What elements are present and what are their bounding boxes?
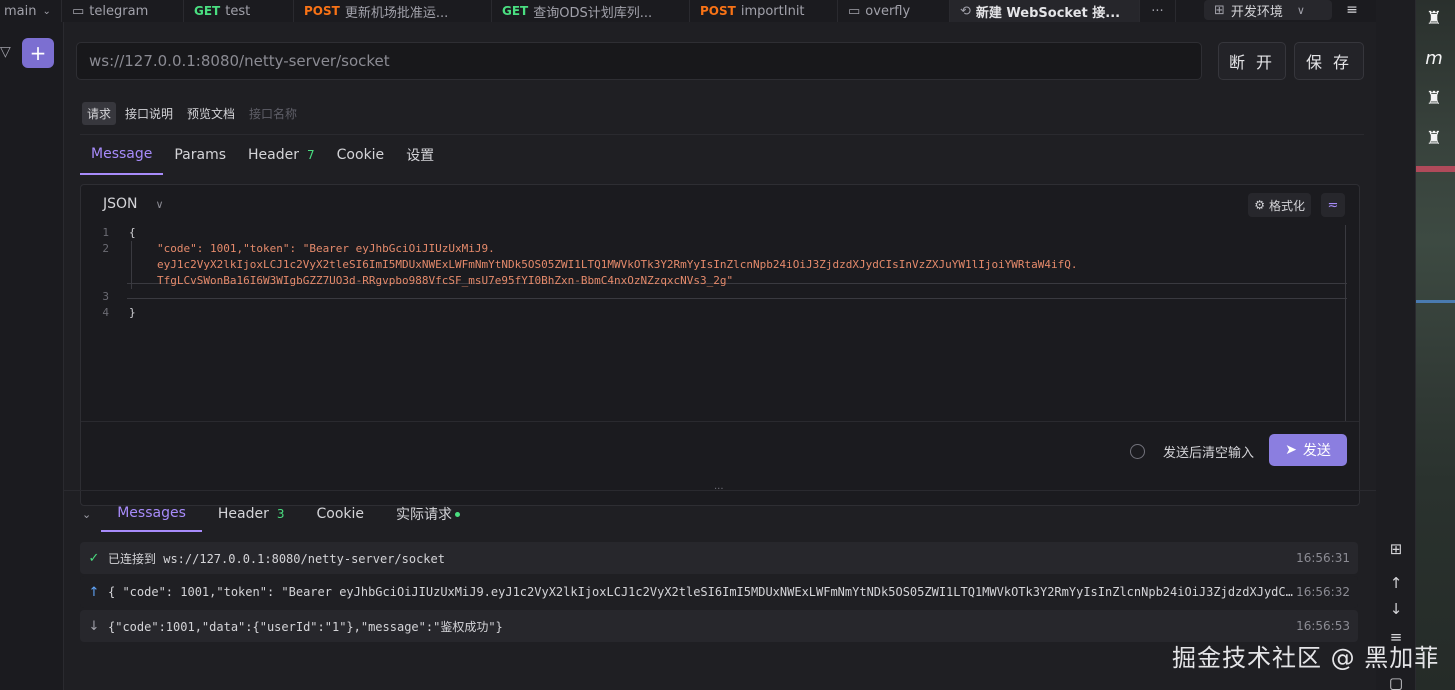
sent-arrow-icon: ↑ bbox=[88, 584, 100, 600]
tab-importinit[interactable]: POST importInit bbox=[690, 0, 838, 22]
clear-after-send-checkbox[interactable] bbox=[1130, 444, 1145, 459]
received-arrow-icon: ↓ bbox=[88, 618, 100, 634]
chevron-down-icon[interactable]: ∨ bbox=[156, 198, 164, 211]
tab-telegram[interactable]: ▭ telegram bbox=[62, 0, 184, 22]
app-icon[interactable]: ♜ bbox=[1422, 128, 1446, 149]
connected-icon: ✓ bbox=[88, 550, 100, 566]
subtab-request[interactable]: 请求 bbox=[82, 102, 117, 125]
line-number: 1 bbox=[102, 226, 109, 239]
layout-icon[interactable]: ⊞ bbox=[1376, 540, 1416, 558]
disconnect-button[interactable]: 断 开 bbox=[1218, 42, 1286, 80]
tab-response-header[interactable]: Header 3 bbox=[202, 496, 301, 532]
subtab-api-desc[interactable]: 接口说明 bbox=[120, 102, 178, 125]
folder-icon: ▭ bbox=[72, 3, 85, 19]
tab-websocket[interactable]: ⟲ 新建 WebSocket 接... bbox=[950, 0, 1140, 22]
response-tabs: ⌄ Messages Header 3 Cookie 实际请求 bbox=[78, 496, 476, 532]
plus-icon: + bbox=[29, 41, 47, 65]
tab-bar: main ⌄ ▭ telegram GET test POST 更新机场批准运.… bbox=[0, 0, 1376, 22]
side-panel: ⊞ ↑ ↓ ≡ ▢ ♜ m ♜ ♜ bbox=[1376, 0, 1455, 690]
format-select[interactable]: JSON bbox=[103, 196, 138, 212]
response-header-count: 3 bbox=[276, 507, 285, 521]
tab-test[interactable]: GET test bbox=[184, 0, 294, 22]
left-sidebar: ▽ + bbox=[0, 22, 64, 690]
environment-select[interactable]: ⊞ 开发环境 ∨ bbox=[1204, 0, 1332, 20]
tab-actual-request[interactable]: 实际请求 bbox=[380, 496, 476, 532]
m-app-icon[interactable]: m bbox=[1422, 48, 1446, 69]
tab-header[interactable]: Header 7 bbox=[237, 135, 326, 175]
filter-icon[interactable]: ▽ bbox=[0, 44, 11, 60]
highlight-bar bbox=[1416, 166, 1455, 172]
tab-params[interactable]: Params bbox=[163, 135, 237, 175]
arrow-up-icon[interactable]: ↑ bbox=[1376, 574, 1416, 592]
more-tabs-button[interactable]: ··· bbox=[1140, 0, 1176, 22]
code-line: } bbox=[129, 306, 136, 319]
send-icon: ➤ bbox=[1285, 442, 1297, 458]
tab-settings[interactable]: 设置 bbox=[395, 135, 445, 175]
watermark: 掘金技术社区 @ 黑加菲 bbox=[1172, 644, 1440, 672]
code-line: "code": 1001,"token": "Bearer eyJhbGciOi… bbox=[157, 242, 495, 255]
highlight-bar bbox=[1416, 300, 1455, 303]
code-line: TfgLCvSWonBa16I6W3WIgbGZZ7UO3d-RRgvpbo98… bbox=[157, 274, 734, 287]
send-button[interactable]: ➤ 发送 bbox=[1269, 434, 1347, 466]
line-number: 2 bbox=[102, 242, 109, 255]
chevron-down-icon: ∨ bbox=[1296, 3, 1305, 17]
format-button[interactable]: ⚙ 格式化 bbox=[1248, 193, 1311, 217]
message-row[interactable]: ↑ { "code": 1001,"token": "Bearer eyJhbG… bbox=[80, 576, 1358, 608]
trash-icon[interactable]: ▢ bbox=[1376, 674, 1416, 690]
message-row[interactable]: ✓ 已连接到 ws://127.0.0.1:8080/netty-server/… bbox=[80, 542, 1358, 574]
arrow-down-icon[interactable]: ↓ bbox=[1376, 600, 1416, 618]
tab-message[interactable]: Message bbox=[80, 135, 164, 175]
request-tabs: Message Params Header 7 Cookie 设置 bbox=[80, 134, 1364, 175]
websocket-icon: ⟲ bbox=[960, 3, 971, 19]
api-name-input[interactable]: 接口名称 bbox=[244, 102, 302, 125]
resize-handle-icon[interactable]: ··· bbox=[714, 484, 724, 495]
header-count: 7 bbox=[307, 148, 315, 162]
collapse-icon[interactable]: ⌄ bbox=[78, 508, 101, 521]
code-area[interactable]: 1 2 3 4 { "code": 1001,"token": "Bearer … bbox=[81, 225, 1347, 419]
right-toolbar: ⊞ ↑ ↓ ≡ ▢ bbox=[1376, 0, 1416, 690]
tab-cookie[interactable]: Cookie bbox=[326, 135, 396, 175]
chevron-down-icon: ⌄ bbox=[42, 5, 51, 17]
app-icon[interactable]: ♜ bbox=[1422, 8, 1446, 29]
line-number: 3 bbox=[102, 290, 109, 303]
message-editor: JSON ∨ ⚙ 格式化 ≂ 1 2 3 4 { "code": 1001,"t… bbox=[80, 184, 1360, 506]
editor-scrollbar[interactable] bbox=[1345, 225, 1346, 421]
indent-guide bbox=[131, 241, 132, 289]
tab-overfly[interactable]: ▭ overfly bbox=[838, 0, 950, 22]
save-button[interactable]: 保 存 bbox=[1294, 42, 1364, 80]
request-subtabs: 请求 接口说明 预览文档 接口名称 bbox=[82, 102, 302, 125]
tab-response-cookie[interactable]: Cookie bbox=[301, 496, 381, 532]
menu-icon[interactable]: ≡ bbox=[1340, 0, 1364, 20]
add-button[interactable]: + bbox=[22, 38, 54, 68]
branch-label: main bbox=[4, 3, 37, 19]
code-line: { bbox=[129, 226, 136, 239]
subtab-preview-doc[interactable]: 预览文档 bbox=[182, 102, 240, 125]
line-number: 4 bbox=[102, 306, 109, 319]
clear-after-send-label: 发送后清空输入 bbox=[1162, 446, 1254, 461]
tab-messages[interactable]: Messages bbox=[101, 496, 202, 532]
code-line: eyJ1c2VyX2lkIjoxLCJ1c2VyX2tleSI6ImI5MDUx… bbox=[157, 258, 1078, 271]
tab-update-airport[interactable]: POST 更新机场批准运... bbox=[294, 0, 492, 22]
app-icon[interactable]: ♜ bbox=[1422, 88, 1446, 109]
main-panel: ws://127.0.0.1:8080/netty-server/socket … bbox=[64, 22, 1376, 690]
message-row[interactable]: ↓ {"code":1001,"data":{"userId":"1"},"me… bbox=[80, 610, 1358, 642]
format-icon: ⚙ bbox=[1254, 198, 1265, 212]
more-icon: ··· bbox=[1151, 3, 1164, 19]
branch-selector[interactable]: main ⌄ bbox=[0, 0, 62, 22]
url-input[interactable]: ws://127.0.0.1:8080/netty-server/socket bbox=[76, 42, 1202, 80]
wrap-lines-icon[interactable]: ≂ bbox=[1321, 193, 1345, 217]
folder-icon: ▭ bbox=[848, 3, 861, 19]
status-dot bbox=[455, 511, 461, 517]
environment-icon: ⊞ bbox=[1214, 2, 1225, 18]
tab-query-ods[interactable]: GET 查询ODS计划库列... bbox=[492, 0, 690, 22]
